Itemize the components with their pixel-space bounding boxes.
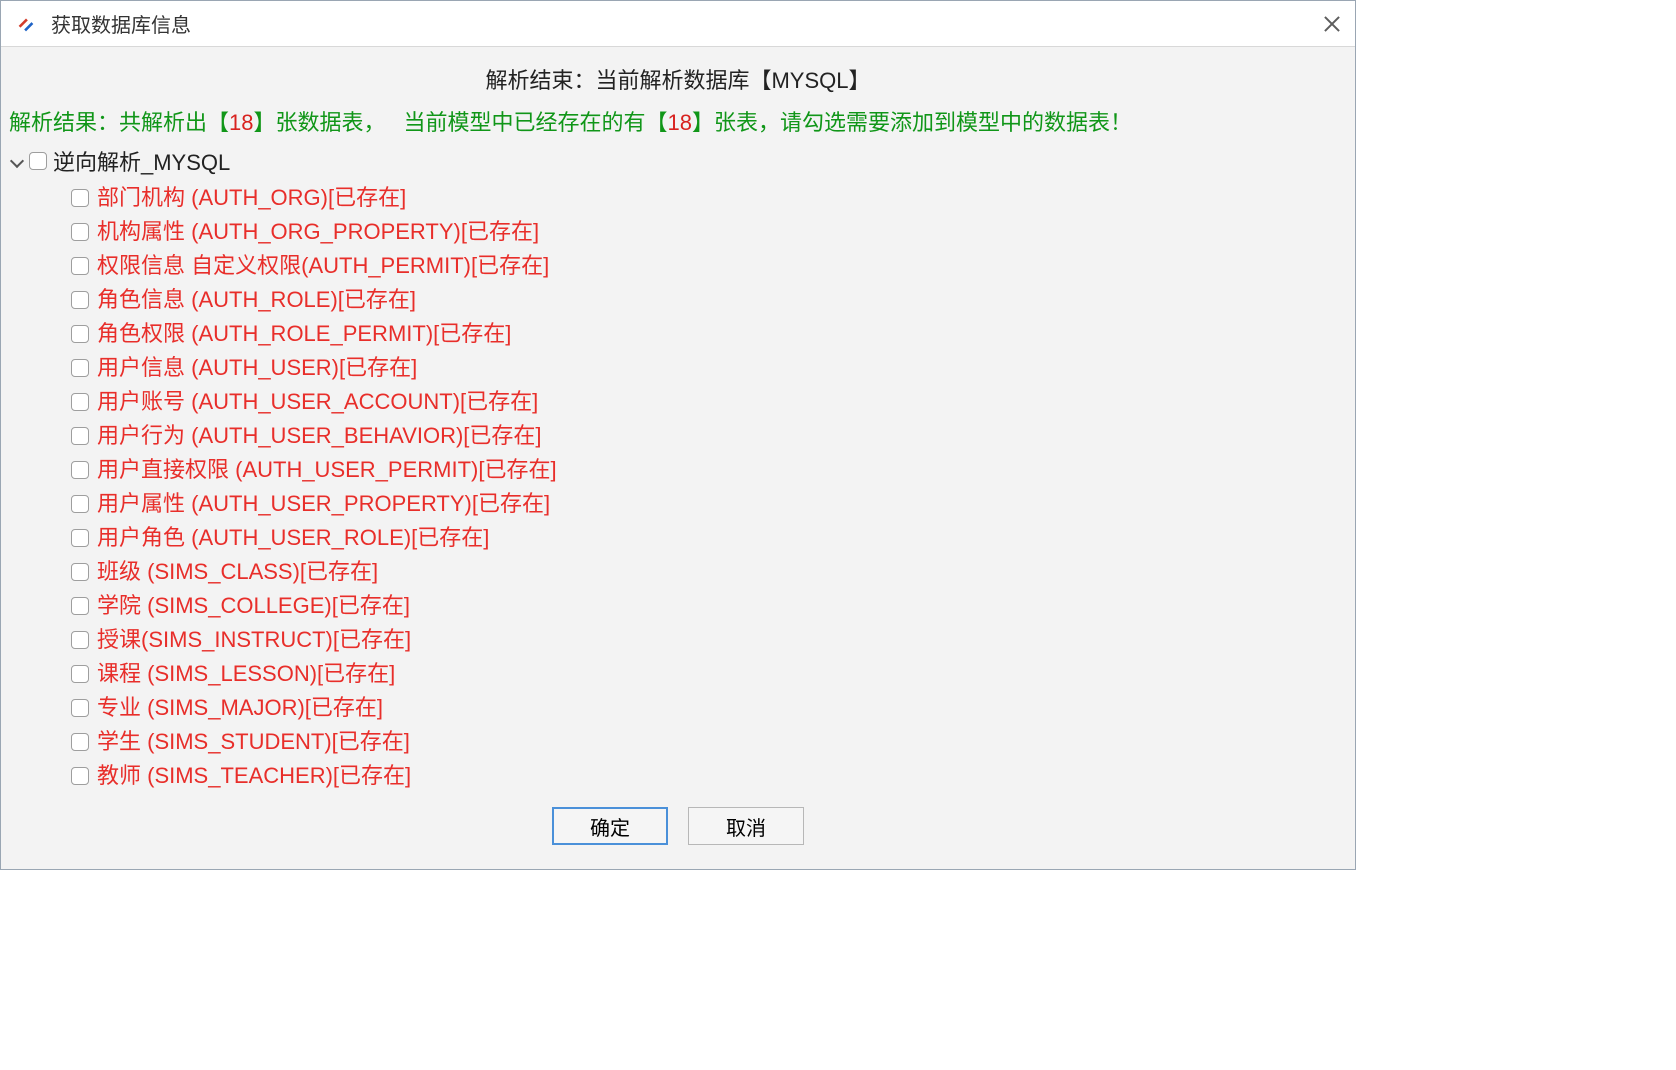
title-bar: 获取数据库信息 [1, 1, 1355, 47]
parse-result-header: 解析结束：当前解析数据库【MYSQL】 [1, 63, 1355, 95]
tree-item[interactable]: 用户角色 (AUTH_USER_ROLE)[已存在] [71, 521, 1347, 555]
tree-item[interactable]: 教师 (SIMS_TEACHER)[已存在] [71, 759, 1347, 793]
tree-item-label: 用户行为 (AUTH_USER_BEHAVIOR)[已存在] [97, 419, 542, 453]
tree-item-checkbox[interactable] [71, 563, 89, 581]
tree-item[interactable]: 用户行为 (AUTH_USER_BEHAVIOR)[已存在] [71, 419, 1347, 453]
tree-item-label: 机构属性 (AUTH_ORG_PROPERTY)[已存在] [97, 215, 539, 249]
dialog-window: 获取数据库信息 解析结束：当前解析数据库【MYSQL】 解析结果：共解析出【18… [0, 0, 1356, 870]
tree-root-checkbox[interactable] [29, 152, 47, 170]
tree-item-label: 用户账号 (AUTH_USER_ACCOUNT)[已存在] [97, 385, 538, 419]
tree-root[interactable]: 逆向解析_MYSQL [9, 145, 1347, 177]
table-tree: 逆向解析_MYSQL 部门机构 (AUTH_ORG)[已存在]机构属性 (AUT… [1, 145, 1355, 793]
tree-item[interactable]: 用户账号 (AUTH_USER_ACCOUNT)[已存在] [71, 385, 1347, 419]
tree-item[interactable]: 角色信息 (AUTH_ROLE)[已存在] [71, 283, 1347, 317]
tree-item[interactable]: 课程 (SIMS_LESSON)[已存在] [71, 657, 1347, 691]
tree-item-checkbox[interactable] [71, 189, 89, 207]
tree-item[interactable]: 学生 (SIMS_STUDENT)[已存在] [71, 725, 1347, 759]
tree-item[interactable]: 授课(SIMS_INSTRUCT)[已存在] [71, 623, 1347, 657]
tree-item-label: 学生 (SIMS_STUDENT)[已存在] [97, 725, 410, 759]
tree-item[interactable]: 用户属性 (AUTH_USER_PROPERTY)[已存在] [71, 487, 1347, 521]
close-icon[interactable] [1321, 14, 1341, 34]
tree-item-checkbox[interactable] [71, 393, 89, 411]
tree-item-checkbox[interactable] [71, 291, 89, 309]
tree-item-label: 专业 (SIMS_MAJOR)[已存在] [97, 691, 383, 725]
tree-item-checkbox[interactable] [71, 257, 89, 275]
tree-item[interactable]: 专业 (SIMS_MAJOR)[已存在] [71, 691, 1347, 725]
tree-item[interactable]: 权限信息 自定义权限(AUTH_PERMIT)[已存在] [71, 249, 1347, 283]
tree-item-checkbox[interactable] [71, 325, 89, 343]
cancel-button-label: 取消 [726, 812, 766, 841]
cancel-button[interactable]: 取消 [688, 807, 804, 845]
tree-root-label: 逆向解析_MYSQL [53, 145, 230, 177]
chevron-down-icon[interactable] [9, 154, 23, 168]
tree-item-checkbox[interactable] [71, 733, 89, 751]
dialog-content: 解析结束：当前解析数据库【MYSQL】 解析结果：共解析出【18】张数据表，当前… [1, 47, 1355, 869]
tree-item-label: 课程 (SIMS_LESSON)[已存在] [97, 657, 395, 691]
app-icon [15, 13, 37, 35]
tree-item-checkbox[interactable] [71, 529, 89, 547]
tree-item-label: 用户信息 (AUTH_USER)[已存在] [97, 351, 417, 385]
window-title: 获取数据库信息 [51, 9, 1321, 38]
parse-summary: 解析结果：共解析出【18】张数据表，当前模型中已经存在的有【18】张表，请勾选需… [1, 105, 1355, 137]
tree-item[interactable]: 学院 (SIMS_COLLEGE)[已存在] [71, 589, 1347, 623]
tree-item[interactable]: 班级 (SIMS_CLASS)[已存在] [71, 555, 1347, 589]
tree-item[interactable]: 角色权限 (AUTH_ROLE_PERMIT)[已存在] [71, 317, 1347, 351]
button-bar: 确定 取消 [1, 793, 1355, 859]
tree-item-label: 教师 (SIMS_TEACHER)[已存在] [97, 759, 411, 793]
tree-item-checkbox[interactable] [71, 427, 89, 445]
tree-item-checkbox[interactable] [71, 461, 89, 479]
tree-item[interactable]: 用户直接权限 (AUTH_USER_PERMIT)[已存在] [71, 453, 1347, 487]
tree-item-label: 授课(SIMS_INSTRUCT)[已存在] [97, 623, 411, 657]
tree-item-checkbox[interactable] [71, 495, 89, 513]
tree-item-label: 角色权限 (AUTH_ROLE_PERMIT)[已存在] [97, 317, 511, 351]
summary-text: 当前模型中已经存在的有【 [404, 110, 668, 135]
tree-children: 部门机构 (AUTH_ORG)[已存在]机构属性 (AUTH_ORG_PROPE… [71, 181, 1347, 793]
tree-item-label: 班级 (SIMS_CLASS)[已存在] [97, 555, 378, 589]
tree-item-checkbox[interactable] [71, 631, 89, 649]
tree-item-label: 用户角色 (AUTH_USER_ROLE)[已存在] [97, 521, 489, 555]
tree-item[interactable]: 机构属性 (AUTH_ORG_PROPERTY)[已存在] [71, 215, 1347, 249]
summary-text: 】张表，请勾选需要添加到模型中的数据表！ [692, 110, 1132, 135]
tree-item-label: 部门机构 (AUTH_ORG)[已存在] [97, 181, 406, 215]
summary-count-exist: 18 [668, 110, 692, 135]
tree-item-checkbox[interactable] [71, 359, 89, 377]
summary-text: 解析结果：共解析出【 [9, 110, 229, 135]
tree-item-label: 学院 (SIMS_COLLEGE)[已存在] [97, 589, 410, 623]
summary-count-parsed: 18 [229, 110, 253, 135]
tree-item-label: 用户直接权限 (AUTH_USER_PERMIT)[已存在] [97, 453, 557, 487]
tree-item-checkbox[interactable] [71, 699, 89, 717]
ok-button-label: 确定 [590, 812, 630, 841]
tree-item[interactable]: 用户信息 (AUTH_USER)[已存在] [71, 351, 1347, 385]
tree-item-label: 角色信息 (AUTH_ROLE)[已存在] [97, 283, 416, 317]
ok-button[interactable]: 确定 [552, 807, 668, 845]
tree-item-checkbox[interactable] [71, 665, 89, 683]
tree-item-checkbox[interactable] [71, 223, 89, 241]
tree-item-label: 用户属性 (AUTH_USER_PROPERTY)[已存在] [97, 487, 550, 521]
tree-item[interactable]: 部门机构 (AUTH_ORG)[已存在] [71, 181, 1347, 215]
summary-text: 】张数据表， [254, 110, 386, 135]
tree-item-checkbox[interactable] [71, 597, 89, 615]
tree-item-label: 权限信息 自定义权限(AUTH_PERMIT)[已存在] [97, 249, 549, 283]
tree-item-checkbox[interactable] [71, 767, 89, 785]
